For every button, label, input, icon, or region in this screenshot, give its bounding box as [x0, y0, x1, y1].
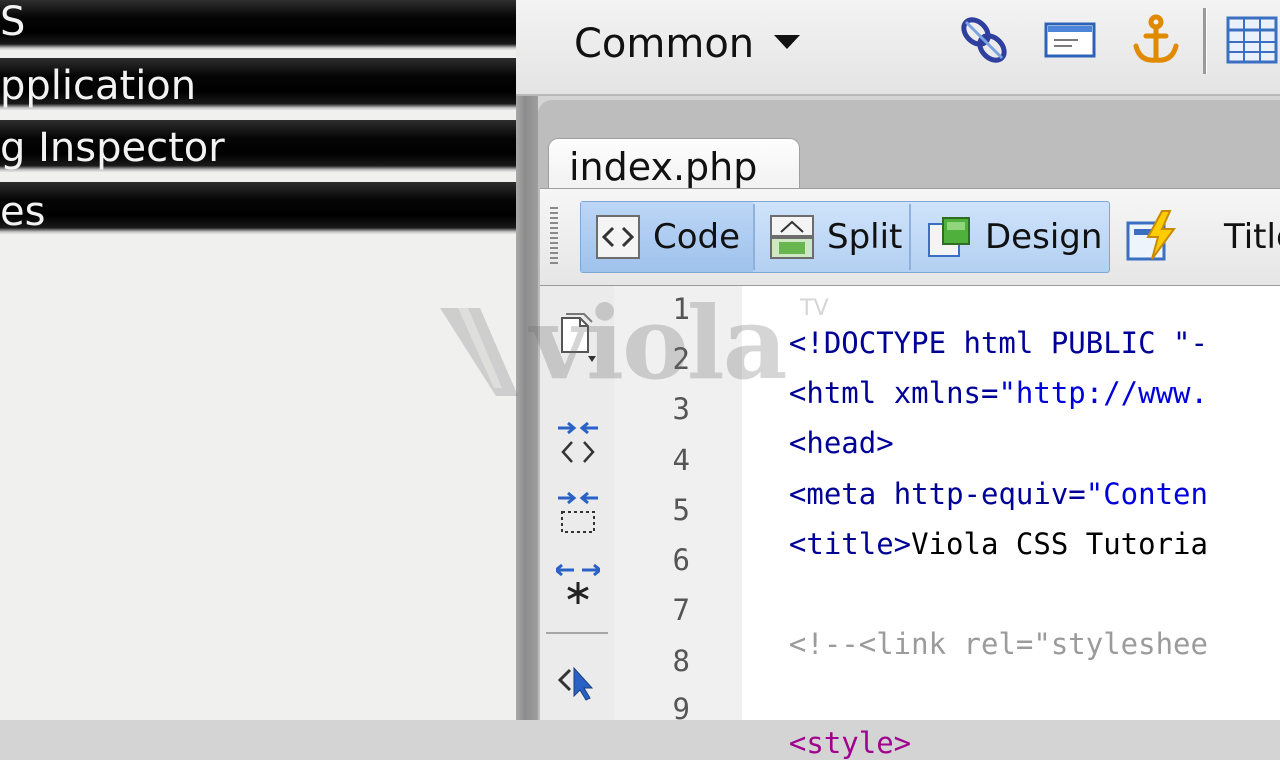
toolbar-divider — [546, 632, 608, 634]
line-number: 6 — [672, 543, 690, 577]
panel-header-label: S — [0, 0, 26, 45]
live-view-icon[interactable] — [1124, 209, 1184, 265]
collapse-full-tag-icon[interactable] — [556, 420, 600, 466]
code-comment: <!--<link rel="styleshee — [788, 627, 1208, 661]
named-anchor-icon[interactable] — [1128, 12, 1184, 68]
code-line: <style> — [754, 692, 911, 760]
line-number: 1 — [672, 292, 690, 326]
open-documents-icon[interactable] — [558, 312, 604, 364]
collapse-selection-icon[interactable] — [556, 490, 600, 536]
panel-header-application[interactable]: pplication — [0, 58, 516, 110]
insert-toolbar: Common — [516, 0, 1280, 96]
panel-header-files[interactable]: es — [0, 182, 516, 234]
line-number: 8 — [672, 644, 690, 678]
coding-toolbar — [540, 286, 615, 720]
line-number: 9 — [672, 692, 690, 726]
design-view-icon — [928, 217, 970, 257]
document-tab-label: index.php — [569, 145, 758, 189]
code-view-label: Code — [653, 217, 741, 257]
code-style-tag: <style> — [788, 726, 912, 760]
table-icon[interactable] — [1224, 12, 1280, 68]
split-view-button[interactable]: Split — [755, 202, 909, 272]
select-parent-tag-icon[interactable] — [556, 662, 600, 702]
code-tag: <title> — [788, 527, 912, 561]
email-link-icon[interactable] — [1042, 12, 1098, 68]
line-number: 3 — [672, 392, 690, 426]
panel-header-label: pplication — [0, 63, 197, 109]
line-number: 4 — [672, 443, 690, 477]
title-label: Title — [1224, 217, 1280, 257]
toolbar-grip[interactable] — [550, 207, 558, 267]
panel-header-label: g Inspector — [0, 125, 225, 171]
document-tab[interactable]: index.php — [548, 138, 800, 191]
code-line: <title>Viola CSS Tutoria — [754, 493, 1208, 561]
code-text: Viola CSS Tutoria — [911, 527, 1208, 561]
line-number: 7 — [672, 593, 690, 627]
code-view-icon — [596, 215, 640, 259]
panel-header-label: es — [0, 189, 46, 234]
document-toolbar: Code Split Design Title — [540, 188, 1280, 287]
line-number: 5 — [672, 493, 690, 527]
code-line: <!--<link rel="styleshee — [754, 593, 1208, 661]
code-string: "http://www. — [998, 376, 1208, 410]
design-view-button[interactable]: Design — [911, 202, 1107, 272]
toolbar-divider — [1203, 8, 1207, 74]
code-view-button[interactable]: Code — [581, 202, 753, 272]
hyperlink-icon[interactable] — [956, 12, 1012, 68]
design-view-label: Design — [985, 217, 1103, 257]
panel-header-css[interactable]: S — [0, 0, 516, 50]
split-view-label: Split — [827, 217, 903, 257]
panel-splitter[interactable] — [516, 0, 538, 720]
panel-header-tag-inspector[interactable]: g Inspector — [0, 120, 516, 172]
line-number: 2 — [672, 342, 690, 376]
expand-all-icon[interactable] — [556, 562, 600, 608]
insert-category-label: Common — [574, 21, 755, 67]
split-view-icon — [770, 215, 814, 259]
panel-group: S pplication g Inspector es — [0, 0, 516, 720]
code-attribute: xmlns= — [893, 376, 999, 410]
chevron-down-icon — [774, 35, 801, 49]
insert-category-dropdown[interactable]: Common — [574, 18, 801, 70]
view-button-group: Code Split Design — [580, 201, 1110, 273]
